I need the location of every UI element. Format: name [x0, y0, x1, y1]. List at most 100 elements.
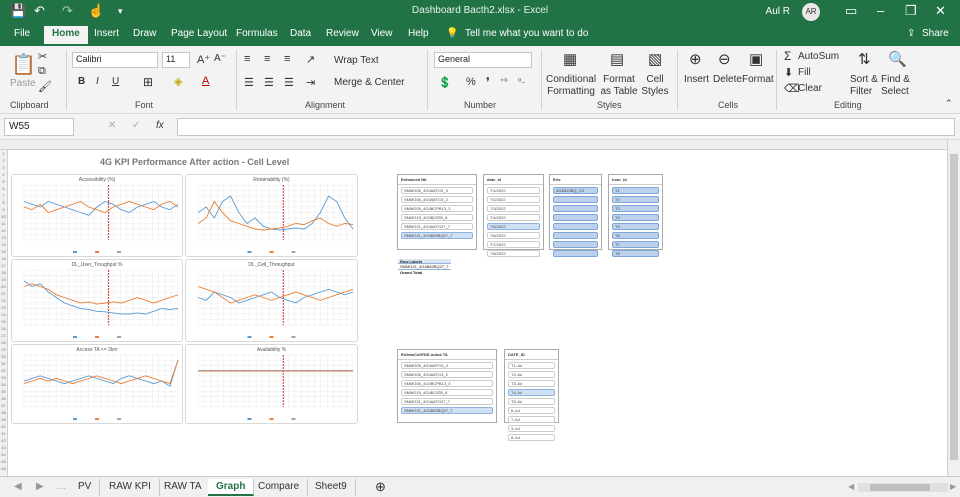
decrease-decimal-icon[interactable]: ⁰₋: [518, 77, 525, 86]
slicer-item[interactable]: 7/8/2022: [487, 250, 540, 257]
slicer-item[interactable]: T4: [612, 214, 659, 221]
row-number[interactable]: 40: [0, 423, 7, 430]
chart-dl-cell-throughput[interactable]: DL_Cell_Throughput: [185, 259, 358, 342]
chart-availability[interactable]: Availability %: [185, 344, 358, 424]
cancel-icon[interactable]: ✕: [108, 120, 116, 131]
find-select-button[interactable]: Find & Select: [881, 74, 917, 98]
row-number[interactable]: 6: [0, 185, 7, 192]
tab-compare[interactable]: Compare: [250, 479, 309, 496]
row-number[interactable]: 41: [0, 430, 7, 437]
insert-cells-button[interactable]: Insert: [684, 74, 709, 85]
user-name[interactable]: Aul R: [766, 6, 790, 17]
slicer-item[interactable]: T1: [612, 187, 659, 194]
chart-accessibility[interactable]: Accessibility (%): [11, 174, 183, 257]
row-number[interactable]: 2: [0, 157, 7, 164]
slicer-item[interactable]: SMMG05_4G4A8TG3_2: [401, 196, 473, 203]
slicer-item[interactable]: [553, 232, 598, 239]
font-color-icon[interactable]: A: [202, 75, 209, 87]
menu-draw[interactable]: Draw: [133, 28, 156, 39]
autosum-icon[interactable]: Σ: [784, 49, 791, 63]
slicer-item[interactable]: 3-Jul: [508, 425, 555, 432]
tab-graph[interactable]: Graph: [208, 479, 255, 496]
row-number[interactable]: 4: [0, 171, 7, 178]
slicer-item[interactable]: 7/1/2022: [487, 187, 540, 194]
row-number[interactable]: 24: [0, 311, 7, 318]
add-sheet-icon[interactable]: ⊕: [375, 479, 386, 495]
share-button[interactable]: Share: [922, 28, 949, 39]
slicer-item[interactable]: T5-Jul: [508, 398, 555, 405]
slicer-item[interactable]: SMMG21_4G4A8TG27_7: [401, 223, 473, 230]
row-number[interactable]: 38: [0, 409, 7, 416]
row-number[interactable]: 16: [0, 255, 7, 262]
insert-cells-icon[interactable]: ⊕: [689, 50, 702, 68]
menu-help[interactable]: Help: [408, 28, 429, 39]
format-cells-button[interactable]: Format: [742, 74, 774, 85]
wrap-text-button[interactable]: Wrap Text: [334, 55, 379, 66]
slicer-item[interactable]: SMMG21_4G4B82BQ27_7: [401, 407, 493, 414]
row-number[interactable]: 36: [0, 395, 7, 402]
row-number[interactable]: 19: [0, 276, 7, 283]
format-as-table-button[interactable]: Format as Table: [598, 74, 640, 98]
cell-styles-icon[interactable]: ▧: [648, 50, 662, 68]
row-number[interactable]: 37: [0, 402, 7, 409]
align-top-icon[interactable]: ≡: [244, 53, 250, 65]
slicer-item[interactable]: T4-Jul: [508, 389, 555, 396]
slicer-item[interactable]: SMMG15_4G4B22ZB_8: [401, 214, 473, 221]
align-middle-icon[interactable]: ≡: [264, 53, 270, 65]
slicer-item[interactable]: SMMG21_4G4A8TG27_7: [401, 398, 493, 405]
format-cells-icon[interactable]: ▣: [749, 50, 763, 68]
scroll-right-icon[interactable]: ▶: [950, 482, 956, 491]
row-number[interactable]: 1: [0, 150, 7, 157]
fill-icon[interactable]: ⬇: [784, 66, 793, 79]
align-left-icon[interactable]: ☰: [244, 76, 254, 89]
paste-icon[interactable]: 📋: [11, 52, 36, 77]
slicer-item[interactable]: [553, 250, 598, 257]
increase-decimal-icon[interactable]: ⁺⁰: [500, 77, 507, 86]
slicer-item[interactable]: SMMG05_4G4A8TG3_2: [401, 371, 493, 378]
row-number[interactable]: 39: [0, 416, 7, 423]
enter-icon[interactable]: ✓: [132, 120, 140, 131]
row-number[interactable]: 5: [0, 178, 7, 185]
paste-button[interactable]: Paste: [10, 78, 36, 89]
scroll-thumb[interactable]: [950, 154, 958, 460]
delete-cells-button[interactable]: Delete: [713, 74, 742, 85]
menu-formulas[interactable]: Formulas: [236, 28, 278, 39]
sort-filter-icon[interactable]: ⇅: [858, 50, 871, 68]
slicer-hour[interactable]: hour_id T1 T2 T3 T4 T5 T6 T7 T8: [608, 174, 663, 257]
row-number[interactable]: 26: [0, 325, 7, 332]
borders-icon[interactable]: ⊞: [143, 75, 153, 89]
row-number[interactable]: 11: [0, 220, 7, 227]
slicer-item[interactable]: [553, 214, 598, 221]
row-number[interactable]: 43: [0, 444, 7, 451]
currency-icon[interactable]: 💲: [438, 76, 452, 89]
next-sheet-icon[interactable]: ▶: [36, 481, 44, 492]
row-number[interactable]: 9: [0, 206, 7, 213]
row-number[interactable]: 34: [0, 381, 7, 388]
decrease-font-icon[interactable]: A⁻: [214, 53, 226, 64]
tell-me-box[interactable]: Tell me what you want to do: [465, 28, 588, 39]
slicer-item[interactable]: T3-Jul: [508, 380, 555, 387]
italic-icon[interactable]: I: [96, 76, 99, 87]
row-number[interactable]: 23: [0, 304, 7, 311]
percent-icon[interactable]: %: [466, 76, 476, 88]
row-number[interactable]: 7: [0, 192, 7, 199]
slicer-item[interactable]: T3: [612, 205, 659, 212]
collapse-ribbon-icon[interactable]: ⌃: [945, 98, 953, 109]
row-number[interactable]: 46: [0, 465, 7, 472]
row-number[interactable]: 18: [0, 269, 7, 276]
slicer-item[interactable]: SMMG05_4G4BCPB13_3: [401, 205, 473, 212]
tab-pv[interactable]: PV: [70, 479, 101, 496]
restore-icon[interactable]: ❐: [905, 3, 917, 19]
minimize-icon[interactable]: –: [877, 3, 884, 18]
row-number[interactable]: 13: [0, 234, 7, 241]
comma-icon[interactable]: ❜: [486, 75, 490, 89]
menu-page-layout[interactable]: Page Layout: [171, 28, 227, 39]
cut-icon[interactable]: ✂: [38, 50, 47, 63]
copy-icon[interactable]: ⧉: [38, 65, 46, 78]
row-number[interactable]: 33: [0, 374, 7, 381]
slicer-date[interactable]: date_id 7/1/2022 7/2/2022 7/3/2022 7/4/2022 7…: [483, 174, 544, 257]
menu-home[interactable]: Home: [44, 26, 88, 44]
row-number[interactable]: 17: [0, 262, 7, 269]
slicer-cell-ta[interactable]: EUtranCellFDD untuk TA SMMG05_4G4A8TG3_3 S…: [397, 349, 497, 423]
row-number[interactable]: 35: [0, 388, 7, 395]
